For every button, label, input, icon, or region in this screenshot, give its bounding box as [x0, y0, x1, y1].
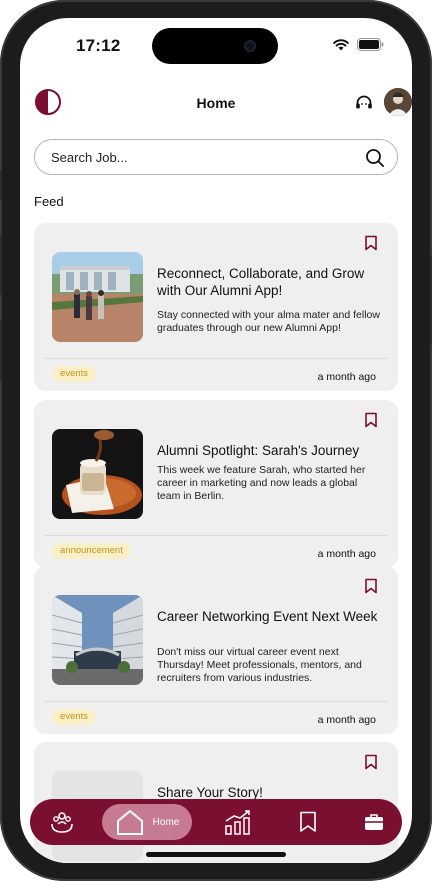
bookmark-icon[interactable] — [364, 235, 378, 251]
bottom-nav: Home — [30, 799, 402, 845]
nav-item-stats[interactable] — [216, 799, 260, 845]
avatar[interactable] — [384, 88, 412, 116]
campus-photo — [52, 252, 143, 342]
feed-heading: Feed — [34, 194, 64, 209]
briefcase-icon — [365, 814, 383, 830]
phone-frame: 17:12 Home Search Job... Feed Reconnect,… — [0, 0, 432, 881]
volume-up-button — [0, 235, 2, 295]
app-header: Home — [20, 88, 412, 118]
card-divider — [44, 358, 388, 359]
action-button — [0, 170, 2, 200]
bookmark-icon — [300, 811, 316, 832]
feed-card[interactable]: Career Networking Event Next Week Don't … — [34, 566, 398, 734]
timestamp: a month ago — [317, 714, 376, 726]
card-title: Reconnect, Collaborate, and Grow with Ou… — [157, 266, 365, 298]
card-description: Don't miss our virtual career event next… — [157, 646, 362, 684]
dynamic-island — [152, 28, 278, 64]
status-time: 17:12 — [76, 36, 121, 55]
nav-item-jobs[interactable] — [352, 799, 396, 845]
home-indicator — [146, 852, 286, 857]
battery-icon — [357, 38, 384, 51]
card-description: This week we feature Sarah, who started … — [157, 464, 366, 502]
card-divider — [44, 701, 388, 702]
feed-card[interactable]: Reconnect, Collaborate, and Grow with Ou… — [34, 223, 398, 391]
chart-icon — [225, 810, 250, 835]
tag-badge: events — [52, 709, 96, 725]
card-description: Stay connected with your alma mater and … — [157, 309, 380, 334]
community-icon — [51, 812, 73, 833]
app-screen: 17:12 Home Search Job... Feed Reconnect,… — [20, 18, 412, 863]
card-divider — [44, 535, 388, 536]
tag-badge: announcement — [52, 543, 131, 559]
nav-item-home[interactable]: Home — [102, 804, 192, 840]
card-title: Alumni Spotlight: Sarah's Journey — [157, 443, 360, 458]
coffee-photo — [52, 429, 143, 519]
bookmark-icon[interactable] — [364, 754, 378, 770]
nav-item-saved[interactable] — [286, 799, 330, 845]
home-icon — [116, 810, 143, 835]
wifi-icon — [333, 39, 349, 51]
timestamp: a month ago — [317, 371, 376, 383]
nav-home-label: Home — [152, 816, 180, 828]
bookmark-icon[interactable] — [364, 412, 378, 428]
bookmark-icon[interactable] — [364, 578, 378, 594]
status-icons — [332, 38, 384, 51]
search-icon[interactable] — [365, 148, 385, 168]
search-bar — [34, 139, 398, 175]
volume-down-button — [0, 320, 2, 380]
camera-icon — [244, 40, 256, 52]
headset-icon[interactable] — [354, 93, 374, 113]
card-title: Career Networking Event Next Week — [157, 609, 378, 624]
search-input[interactable] — [51, 140, 351, 174]
building-photo — [52, 595, 143, 685]
feed-card[interactable]: Alumni Spotlight: Sarah's Journey This w… — [34, 400, 398, 568]
nav-item-community[interactable] — [40, 799, 84, 845]
tag-badge: events — [52, 366, 96, 382]
timestamp: a month ago — [317, 548, 376, 560]
